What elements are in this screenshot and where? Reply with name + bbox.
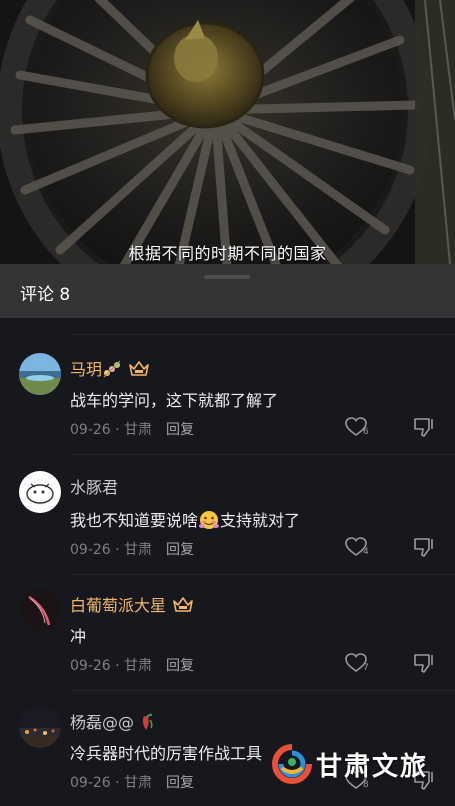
author-name: 杨磊@@ [70,713,135,732]
comment-text-part: 支持就对了 [220,511,301,530]
avatar[interactable] [19,471,61,513]
comment-meta: 09-26 · 甘肃 回复 [70,419,194,439]
reply-button[interactable]: 回复 [166,658,194,674]
comment-text: 冷兵器时代的厉害作战工具 [70,744,263,763]
comment-meta: 09-26 · 甘肃 回复 [70,655,194,675]
brand-watermark: 甘肃文旅 [272,744,442,788]
avatar[interactable] [19,706,61,748]
avatar[interactable] [19,589,61,631]
like-count: 7 [363,663,369,673]
dislike-button[interactable] [412,536,438,560]
like-button[interactable]: 7 [344,652,374,676]
wheel-illustration [0,0,455,264]
comment-date: 09-26 · 甘肃 [70,775,153,791]
comment-meta: 09-26 · 甘肃 回复 [70,539,194,559]
thumbs-down-icon [414,654,433,673]
comment-author[interactable]: 马玥 [70,356,150,382]
comment-date: 09-26 · 甘肃 [70,422,153,438]
comment-text-part: 我也不知道要说啥 [70,511,199,530]
crown-icon [128,360,150,382]
comment-text: 战车的学问，这下就都了解了 [70,391,279,410]
reply-button[interactable]: 回复 [166,542,194,558]
drag-handle[interactable] [204,275,250,279]
thumbs-down-icon [414,418,433,437]
like-button[interactable]: 6 [344,416,374,440]
comment-author[interactable]: 杨磊@@ [70,709,156,736]
comment-author[interactable]: 水豚君 [70,474,118,498]
comment-date: 09-26 · 甘肃 [70,542,153,558]
comment-text: 我也不知道要说啥 支持就对了 [70,507,300,534]
like-count: 6 [363,427,369,437]
dislike-button[interactable] [412,652,438,676]
thumbs-down-icon [414,538,433,557]
author-name: 白葡萄派大星 [70,596,167,615]
avatar[interactable] [19,353,61,395]
comment-panel-header: 评论 8 [0,264,455,318]
bubble-tea-icon [102,360,122,382]
video-player[interactable]: 根据不同的时期不同的国家 [0,0,455,264]
reply-button[interactable]: 回复 [166,422,194,438]
crown-icon [172,596,194,618]
like-count: 4 [363,547,369,557]
author-name: 马玥 [70,360,103,379]
divider [70,454,455,455]
dislike-button[interactable] [412,416,438,440]
divider [70,574,455,575]
comment-text: 冲 [70,627,87,646]
comment-meta: 09-26 · 甘肃 回复 [70,772,194,792]
chili-pepper-icon [138,712,156,736]
reply-button[interactable]: 回复 [166,775,194,791]
comment-date: 09-26 · 甘肃 [70,658,153,674]
divider [70,690,455,691]
comment-count-title: 评论 8 [20,285,71,305]
comment-author[interactable]: 白葡萄派大星 [70,592,194,618]
divider [70,334,455,335]
like-button[interactable]: 4 [344,536,374,560]
comment-list[interactable]: 马玥 战车的学问，这下就都了解了 09-26 · 甘肃 回复 6 水豚君 我也不… [0,318,455,806]
gansu-culture-logo-icon [272,744,312,784]
video-subtitle: 根据不同的时期不同的国家 [128,244,327,263]
watermark-text: 甘肃文旅 [316,752,429,782]
embarrassed-emoji-icon [198,510,220,534]
